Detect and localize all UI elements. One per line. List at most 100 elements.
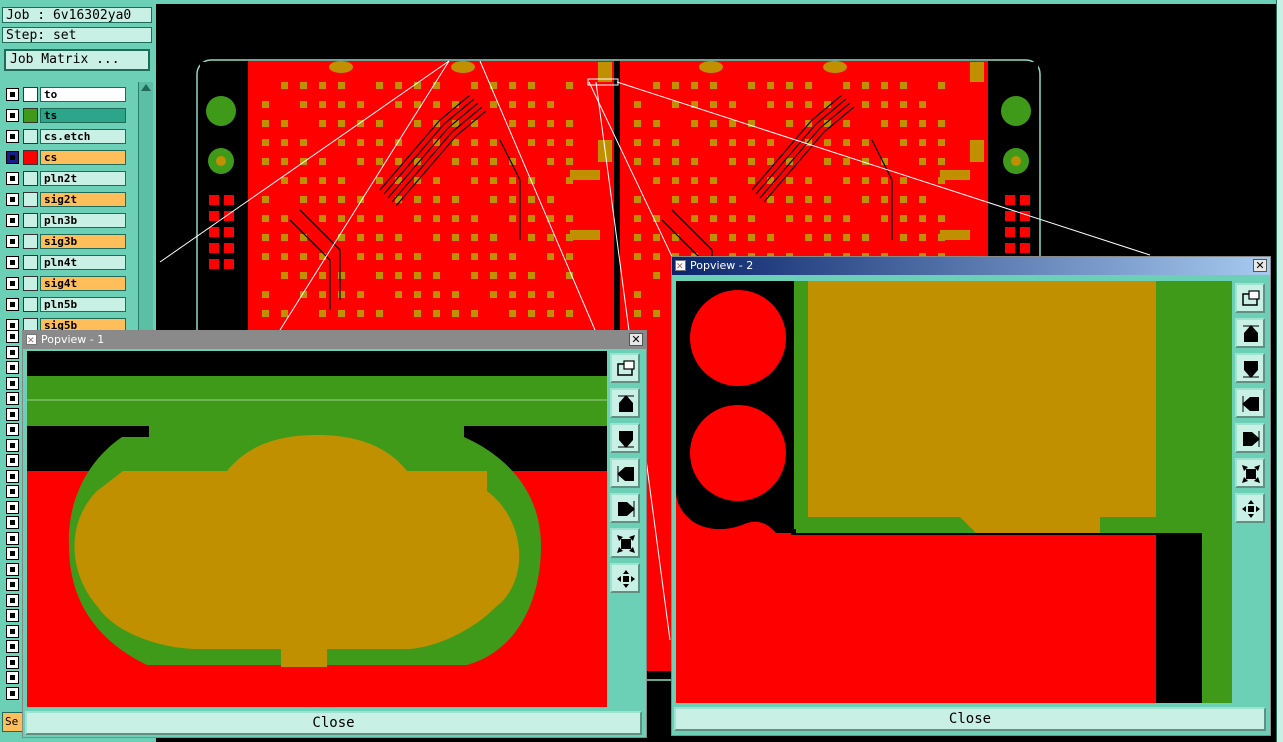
layer-checkbox[interactable] (6, 423, 19, 436)
layer-checkbox[interactable] (6, 235, 19, 248)
pan-right-button[interactable] (610, 493, 640, 523)
layer-row[interactable]: ts (4, 107, 126, 124)
pan-left-button[interactable] (610, 458, 640, 488)
layer-checkbox[interactable] (6, 454, 19, 467)
layer-checkbox[interactable] (6, 256, 19, 269)
layer-row[interactable]: cs.etch (4, 128, 126, 145)
layer-color-swatch[interactable] (23, 171, 38, 186)
zoom-window-button[interactable] (610, 353, 640, 383)
layer-checkbox[interactable] (6, 172, 19, 185)
layer-name-label[interactable]: pln4t (40, 255, 126, 270)
layer-name-label[interactable]: to (40, 87, 126, 102)
layer-color-swatch[interactable] (23, 192, 38, 207)
layer-checkbox[interactable] (6, 624, 19, 638)
pan-up-button[interactable] (610, 388, 640, 418)
layer-checkbox[interactable] (6, 109, 19, 122)
layer-name-label[interactable]: pln2t (40, 171, 126, 186)
layer-checkbox[interactable] (6, 130, 19, 143)
popview-1-close-button[interactable]: Close (25, 711, 642, 735)
layer-checkbox[interactable] (6, 361, 19, 374)
layer-row[interactable]: sig3b (4, 233, 126, 250)
layer-color-swatch[interactable] (23, 234, 38, 249)
layer-row[interactable]: sig4t (4, 275, 126, 292)
layer-checkbox[interactable] (6, 686, 19, 700)
layer-checkbox[interactable] (6, 516, 19, 529)
pan-right-icon (1243, 431, 1260, 447)
window-app-icon (26, 332, 37, 350)
layer-name-label[interactable]: ts (40, 108, 126, 123)
layer-checkbox[interactable] (6, 88, 19, 101)
pan-down-button[interactable] (1235, 353, 1265, 383)
layer-checkbox[interactable] (6, 345, 19, 359)
popview-2-titlebar[interactable]: Popview - 2 ✕ (672, 257, 1270, 276)
layer-name-label[interactable]: sig4t (40, 276, 126, 291)
layer-row[interactable]: sig2t (4, 191, 126, 208)
layer-checkbox[interactable] (6, 277, 19, 290)
layer-checkbox[interactable] (6, 407, 19, 421)
layer-row[interactable]: pln5b (4, 296, 126, 313)
layer-checkbox[interactable] (6, 547, 19, 560)
step-button-clipped[interactable]: Se (2, 712, 24, 732)
pan-up-icon (618, 395, 634, 412)
job-name-label: Job : 6v16302ya0 (2, 7, 152, 23)
layer-checkbox[interactable] (6, 330, 19, 343)
zoom-out-button[interactable] (610, 528, 640, 558)
layer-checkbox[interactable] (6, 500, 19, 514)
pan-down-button[interactable] (610, 423, 640, 453)
layer-color-swatch[interactable] (23, 276, 38, 291)
layer-checkbox[interactable] (6, 671, 19, 684)
layer-checkbox[interactable] (6, 655, 19, 669)
layer-row[interactable]: cs (4, 149, 126, 166)
pan-down-icon (1243, 361, 1259, 378)
layer-checkbox[interactable] (6, 469, 19, 483)
layer-checkbox[interactable] (6, 562, 19, 576)
layer-name-label[interactable]: cs.etch (40, 129, 126, 144)
layer-checkbox[interactable] (6, 609, 19, 622)
layer-name-label[interactable]: pln3b (40, 213, 126, 228)
layer-color-swatch[interactable] (23, 150, 38, 165)
layer-row[interactable]: pln3b (4, 212, 126, 229)
layer-name-label[interactable]: cs (40, 150, 126, 165)
popview-1-close-icon[interactable]: ✕ (629, 333, 643, 346)
pan-right-button[interactable] (1235, 423, 1265, 453)
layer-checkbox[interactable] (6, 485, 19, 498)
layer-color-swatch[interactable] (23, 87, 38, 102)
layer-row[interactable]: to (4, 86, 126, 103)
layer-name-label[interactable]: sig3b (40, 234, 126, 249)
layer-checkbox[interactable] (6, 531, 19, 545)
popview-2-close-icon[interactable]: ✕ (1253, 259, 1267, 272)
layer-checkbox[interactable] (6, 376, 19, 390)
layer-checkbox[interactable] (6, 593, 19, 607)
popview-2-close-button[interactable]: Close (674, 707, 1266, 731)
job-matrix-button[interactable]: Job Matrix ... (4, 49, 150, 71)
layer-color-swatch[interactable] (23, 108, 38, 123)
layer-name-label[interactable]: pln5b (40, 297, 126, 312)
popview-2-canvas[interactable] (676, 281, 1232, 703)
zoom-in-button[interactable] (610, 563, 640, 593)
zoom-out-button[interactable] (1235, 458, 1265, 488)
zoom-out-icon (1242, 465, 1260, 483)
layer-color-swatch[interactable] (23, 255, 38, 270)
layer-checkbox[interactable] (6, 298, 19, 311)
layer-row[interactable]: pln2t (4, 170, 126, 187)
layer-name-label[interactable]: sig2t (40, 192, 126, 207)
pan-up-button[interactable] (1235, 318, 1265, 348)
zoom-window-icon (617, 360, 635, 376)
layer-color-swatch[interactable] (23, 213, 38, 228)
layer-color-swatch[interactable] (23, 297, 38, 312)
layer-checkbox[interactable] (6, 392, 19, 405)
zoom-in-button[interactable] (1235, 493, 1265, 523)
layer-checkbox[interactable] (6, 578, 19, 591)
zoom-window-button[interactable] (1235, 283, 1265, 313)
layer-checkbox[interactable] (6, 214, 19, 227)
pan-down-icon (618, 431, 634, 448)
layer-checkbox[interactable] (6, 640, 19, 653)
layer-checkbox[interactable] (6, 151, 19, 164)
layer-row[interactable]: pln4t (4, 254, 126, 271)
layer-checkbox[interactable] (6, 193, 19, 206)
layer-color-swatch[interactable] (23, 129, 38, 144)
popview-1-canvas[interactable] (27, 351, 607, 707)
layer-checkbox[interactable] (6, 438, 19, 452)
pan-left-button[interactable] (1235, 388, 1265, 418)
popview-1-titlebar[interactable]: Popview - 1 ✕ (23, 331, 646, 350)
